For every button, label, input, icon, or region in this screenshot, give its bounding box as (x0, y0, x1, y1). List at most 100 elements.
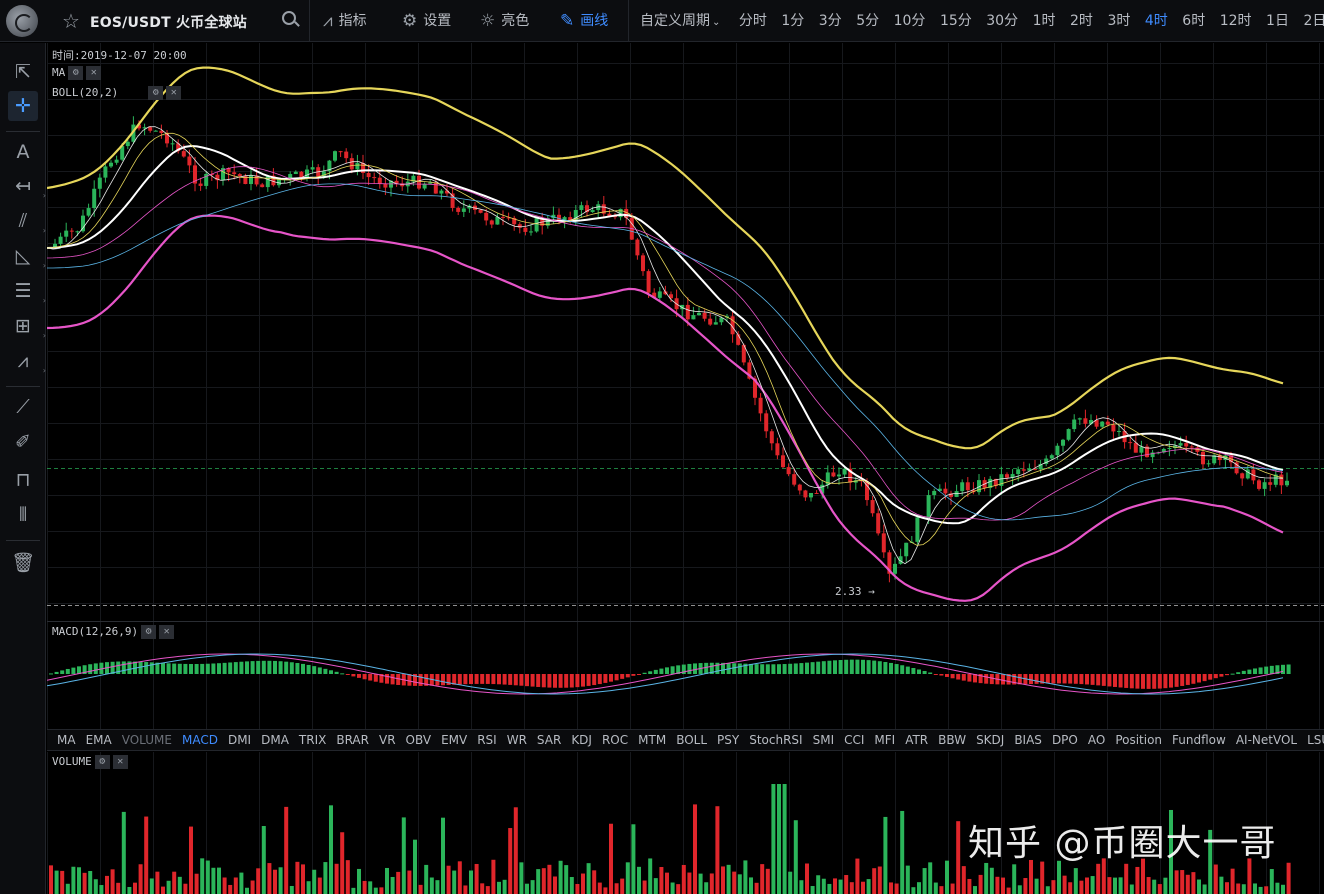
macd-bar (301, 663, 305, 674)
indicator-tab-11[interactable]: RSI (477, 730, 497, 750)
indicator-tab-17[interactable]: BOLL (676, 730, 707, 750)
indicator-tab-30[interactable]: Fundflow (1172, 730, 1226, 750)
period-10[interactable]: 4时 (1145, 0, 1168, 42)
rect-icon[interactable]: ⊞ › (8, 311, 46, 341)
gear-icon[interactable]: ⚙ (94, 755, 110, 769)
gear-icon[interactable]: ⚙ (141, 625, 157, 639)
wave-icon[interactable]: ⩘ › (8, 346, 46, 376)
indicator-tab-22[interactable]: MFI (874, 730, 895, 750)
period-11[interactable]: 6时 (1182, 0, 1205, 42)
indicator-tab-31[interactable]: AI-NetVOL (1236, 730, 1297, 750)
gear-icon[interactable]: ⚙ (148, 86, 164, 100)
line-icon[interactable]: ↤ › (8, 171, 46, 201)
period-2[interactable]: 3分 (819, 0, 842, 42)
indicator-tab-20[interactable]: SMI (813, 730, 835, 750)
volume-bar (698, 873, 703, 894)
macd-bar (289, 662, 294, 674)
period-8[interactable]: 2时 (1070, 0, 1093, 42)
indicator-tab-32[interactable]: LSUR (1307, 730, 1324, 750)
indicator-tab-27[interactable]: DPO (1052, 730, 1078, 750)
period-custom[interactable]: 自定义周期 (640, 0, 710, 42)
indicator-tab-29[interactable]: Position (1115, 730, 1162, 750)
crosshair-icon[interactable]: ✛ (8, 91, 38, 121)
indicator-tab-13[interactable]: SAR (537, 730, 561, 750)
indicator-tab-2[interactable]: VOLUME (122, 730, 172, 750)
indicator-button[interactable]: ⩘ 指标 (323, 0, 367, 42)
indicator-tab-4[interactable]: DMI (228, 730, 251, 750)
volume-bar (469, 870, 473, 894)
indicator-tab-19[interactable]: StochRSI (749, 730, 802, 750)
indicator-tab-23[interactable]: ATR (905, 730, 928, 750)
period-12[interactable]: 12时 (1220, 0, 1252, 42)
chart-area[interactable] (46, 43, 1324, 894)
period-1[interactable]: 1分 (781, 0, 804, 42)
indicator-tab-0[interactable]: MA (57, 730, 76, 750)
period-5[interactable]: 15分 (940, 0, 972, 42)
period-13[interactable]: 1日 (1266, 0, 1289, 42)
gear-icon[interactable]: ⚙ (68, 66, 84, 80)
period-7[interactable]: 1时 (1033, 0, 1056, 42)
indicator-tab-6[interactable]: TRIX (299, 730, 326, 750)
settings-button[interactable]: ⚙ 设置 (402, 0, 451, 42)
volume-bar (833, 878, 837, 894)
chevron-down-icon[interactable]: ⌄ (712, 2, 720, 44)
period-0[interactable]: 分时 (739, 0, 767, 42)
volume-bar (60, 870, 65, 894)
close-icon[interactable]: ✕ (86, 66, 102, 80)
period-14[interactable]: 2日 (1303, 0, 1324, 42)
indicator-tab-3[interactable]: MACD (182, 730, 218, 750)
period-4[interactable]: 10分 (894, 0, 926, 42)
indicator-tab-15[interactable]: ROC (602, 730, 628, 750)
symbol-selector[interactable]: ☆ EOS/USDT 火币全球站 (48, 0, 310, 42)
candle-body (579, 205, 584, 210)
candles-icon[interactable]: ⦀ (8, 500, 38, 530)
indicator-tab-5[interactable]: DMA (261, 730, 289, 750)
trash-icon[interactable]: 🗑 (8, 548, 38, 578)
volume-bar (681, 864, 686, 894)
indicator-tab-7[interactable]: BRAR (336, 730, 369, 750)
close-icon[interactable]: ✕ (159, 625, 175, 639)
candle-body (775, 443, 780, 456)
indicator-tab-12[interactable]: WR (507, 730, 527, 750)
period-3[interactable]: 5分 (856, 0, 879, 42)
star-icon[interactable]: ☆ (62, 9, 80, 33)
indicator-tab-24[interactable]: BBW (938, 730, 966, 750)
indicator-tab-14[interactable]: KDJ (571, 730, 592, 750)
channel-icon[interactable]: ⫽ › (8, 206, 46, 236)
close-icon[interactable]: ✕ (166, 86, 182, 100)
macd-bar (693, 663, 697, 674)
volume-bar (189, 826, 193, 894)
theme-button[interactable]: ☼ 亮色 (480, 0, 529, 42)
cursor-icon[interactable]: ⇱ (8, 57, 38, 87)
candle-body (1117, 430, 1121, 432)
macd-bar (502, 674, 507, 685)
chart-canvas[interactable] (46, 43, 1324, 894)
brush-icon[interactable]: ✐ (8, 427, 38, 457)
indicator-tab-10[interactable]: EMV (441, 730, 467, 750)
search-icon[interactable] (282, 11, 296, 25)
indicator-tab-18[interactable]: PSY (717, 730, 739, 750)
draw-button[interactable]: ✎ 画线 (560, 0, 608, 42)
indicator-tab-28[interactable]: AO (1088, 730, 1105, 750)
ruler-icon[interactable]: ⟋ (8, 392, 38, 422)
volume-bar (1034, 878, 1039, 894)
volume-bar (1135, 866, 1140, 894)
macd-bar (737, 663, 742, 674)
period-9[interactable]: 3时 (1107, 0, 1130, 42)
text-icon[interactable]: A (8, 137, 38, 167)
indicator-tab-8[interactable]: VR (379, 730, 396, 750)
indicator-tab-1[interactable]: EMA (86, 730, 112, 750)
triangle-icon[interactable]: ◺ › (8, 241, 46, 271)
indicator-tab-16[interactable]: MTM (638, 730, 666, 750)
symbol-name[interactable]: EOS/USDT 火币全球站 (90, 12, 247, 32)
close-icon[interactable]: ✕ (112, 755, 128, 769)
volume-bar (1236, 883, 1241, 894)
indicator-tab-21[interactable]: CCI (844, 730, 864, 750)
indicator-tab-9[interactable]: OBV (406, 730, 432, 750)
volume-bar (1107, 877, 1112, 894)
lock-icon[interactable]: ⊓ (8, 465, 38, 495)
indicator-tab-26[interactable]: BIAS (1014, 730, 1042, 750)
fib-icon[interactable]: ☰ › (8, 276, 46, 306)
indicator-tab-25[interactable]: SKDJ (976, 730, 1004, 750)
period-6[interactable]: 30分 (986, 0, 1018, 42)
